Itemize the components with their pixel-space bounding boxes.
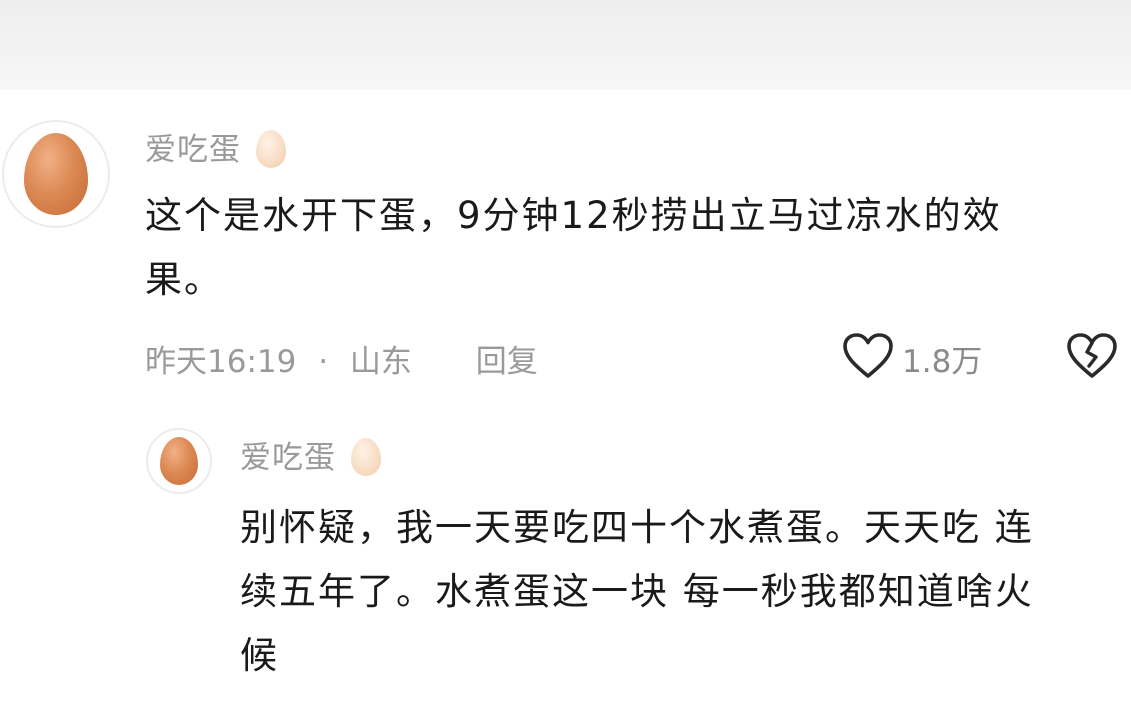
comment-text-line: 果。 <box>145 258 223 301</box>
reply-text: 别怀疑，我一天要吃四十个水煮蛋。天天吃 连 续五年了。水煮蛋这一块 每一秒我都知… <box>240 496 1120 688</box>
reply-text-line: 候 <box>240 634 279 677</box>
broken-heart-icon[interactable] <box>1066 332 1118 380</box>
reply-username[interactable]: 爱吃蛋 <box>240 432 381 477</box>
heart-outline-icon[interactable] <box>842 332 894 380</box>
egg-badge-icon <box>350 438 381 476</box>
egg-avatar-image <box>24 133 88 215</box>
egg-badge-icon <box>255 130 286 168</box>
avatar[interactable] <box>2 120 110 228</box>
avatar[interactable] <box>146 428 212 494</box>
comment-text-line: 这个是水开下蛋，9分钟12秒捞出立马过凉水的效 <box>145 194 1002 237</box>
comment-meta: 昨天16:19 · 山东 回复 <box>145 336 538 381</box>
top-bar-background <box>0 0 1131 90</box>
egg-avatar-image <box>160 437 198 485</box>
comment-time: 昨天16:19 <box>145 344 297 380</box>
reply-text-line: 续五年了。水煮蛋这一块 每一秒我都知道啥火 <box>240 570 1034 613</box>
like-count: 1.8万 <box>902 344 983 380</box>
comment-location: 山东 <box>349 344 412 380</box>
reply-text-line: 别怀疑，我一天要吃四十个水煮蛋。天天吃 连 <box>240 506 1034 549</box>
comment-text: 这个是水开下蛋，9分钟12秒捞出立马过凉水的效 果。 <box>145 184 1105 312</box>
meta-separator: · <box>318 344 329 380</box>
comment-username[interactable]: 爱吃蛋 <box>145 124 286 169</box>
reply-button[interactable]: 回复 <box>476 344 538 380</box>
